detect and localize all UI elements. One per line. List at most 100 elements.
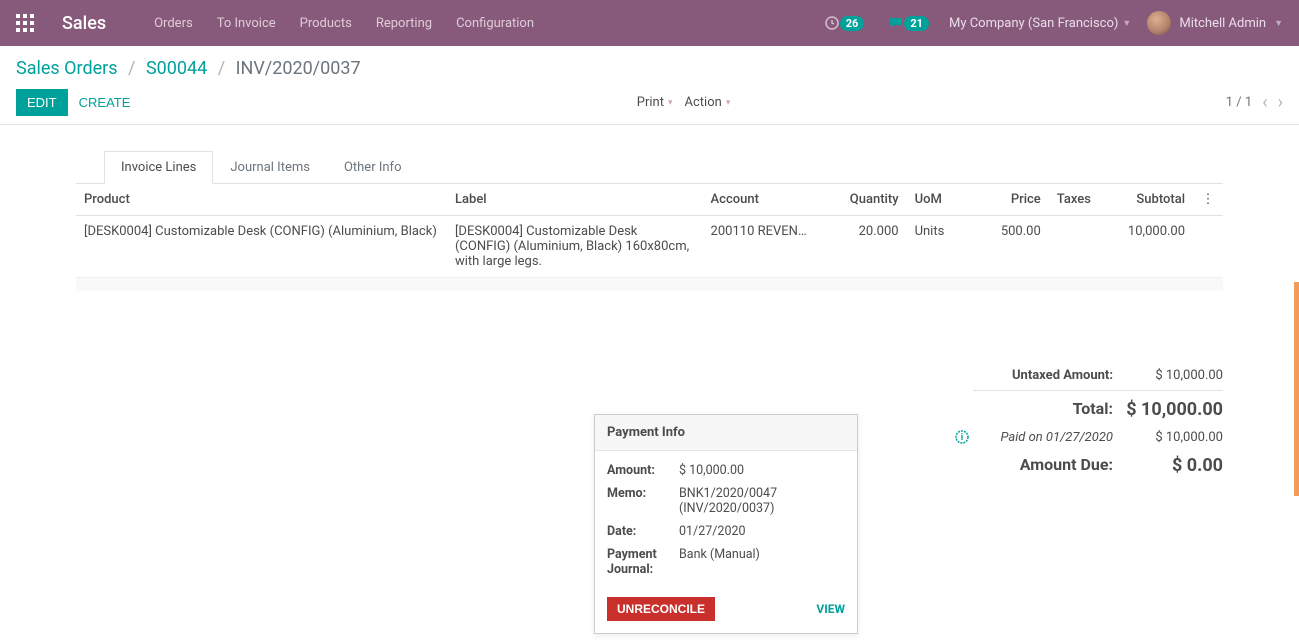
col-taxes[interactable]: Taxes: [1049, 184, 1103, 216]
company-switcher[interactable]: My Company (San Francisco) ▼: [949, 16, 1131, 31]
breadcrumb-sep: /: [218, 58, 225, 79]
cell-label: [DESK0004] Customizable Desk (CONFIG) (A…: [447, 216, 703, 278]
apps-icon[interactable]: [16, 14, 34, 32]
memo-label: Memo:: [607, 486, 679, 516]
view-link[interactable]: VIEW: [816, 602, 845, 616]
tab-other-info[interactable]: Other Info: [327, 151, 419, 184]
messages-indicator[interactable]: 21: [884, 13, 933, 33]
col-subtotal[interactable]: Subtotal: [1102, 184, 1193, 216]
control-row: EDIT CREATE Print ▾ Action ▾ 1 / 1 ‹ ›: [16, 89, 1283, 116]
cell-empty: [1193, 216, 1223, 278]
amount-label: Amount:: [607, 463, 679, 478]
breadcrumb-order[interactable]: S00044: [146, 58, 207, 79]
activity-count: 26: [840, 16, 865, 31]
tab-invoice-lines[interactable]: Invoice Lines: [104, 151, 213, 184]
totals-due: Amount Due: $ 0.00: [973, 450, 1223, 481]
print-dropdown[interactable]: Print ▾: [637, 95, 673, 110]
col-product[interactable]: Product: [76, 184, 447, 216]
total-label: Total:: [973, 399, 1113, 420]
cell-price: 500.00: [966, 216, 1048, 278]
top-navbar: Sales Orders To Invoice Products Reporti…: [0, 0, 1299, 46]
svg-text:i: i: [961, 433, 963, 443]
activity-indicator[interactable]: 26: [820, 13, 869, 33]
due-label: Amount Due:: [973, 455, 1113, 476]
table-empty-stripe: [76, 278, 1223, 304]
popover-title: Payment Info: [595, 415, 857, 451]
tabs: Invoice Lines Journal Items Other Info: [76, 151, 1223, 184]
table-header-row: Product Label Account Quantity UoM Price…: [76, 184, 1223, 216]
col-quantity[interactable]: Quantity: [826, 184, 906, 216]
col-account[interactable]: Account: [703, 184, 827, 216]
breadcrumb: Sales Orders / S00044 / INV/2020/0037: [16, 58, 1283, 79]
gap: [76, 304, 1223, 366]
popover-row-memo: Memo: BNK1/2020/0047 (INV/2020/0037): [607, 482, 845, 520]
popover-row-journal: Payment Journal: Bank (Manual): [607, 543, 845, 581]
action-dropdown[interactable]: Action ▾: [685, 95, 731, 110]
invoice-lines-table: Product Label Account Quantity UoM Price…: [76, 184, 1223, 278]
edit-button[interactable]: EDIT: [16, 89, 68, 116]
journal-value: Bank (Manual): [679, 547, 845, 577]
totals-paid: i Paid on 01/27/2020 $ 10,000.00: [973, 425, 1223, 450]
memo-value: BNK1/2020/0047 (INV/2020/0037): [679, 486, 845, 516]
action-label: Action: [685, 95, 722, 110]
company-name: My Company (San Francisco): [949, 16, 1118, 31]
pager-text: 1 / 1: [1226, 95, 1252, 110]
tab-journal-items[interactable]: Journal Items: [213, 151, 327, 184]
journal-label: Payment Journal:: [607, 547, 679, 577]
breadcrumb-sep: /: [128, 58, 135, 79]
chevron-down-icon: ▼: [1122, 18, 1131, 29]
avatar: [1147, 11, 1171, 35]
nav-right: 26 21 My Company (San Francisco) ▼ Mitch…: [820, 11, 1283, 35]
paid-label: Paid on 01/27/2020: [973, 430, 1113, 445]
untaxed-value: $ 10,000.00: [1113, 368, 1223, 383]
info-icon[interactable]: i: [955, 430, 969, 444]
cell-taxes: [1049, 216, 1103, 278]
create-button[interactable]: CREATE: [68, 89, 142, 116]
untaxed-label: Untaxed Amount:: [973, 368, 1113, 383]
chat-icon: [888, 15, 904, 31]
sheet-wrap: Invoice Lines Journal Items Other Info P…: [0, 151, 1299, 481]
table-row[interactable]: [DESK0004] Customizable Desk (CONFIG) (A…: [76, 216, 1223, 278]
cell-uom: Units: [907, 216, 967, 278]
chevron-down-icon: ▼: [1274, 18, 1283, 29]
popover-row-amount: Amount: $ 10,000.00: [607, 459, 845, 482]
due-value: $ 0.00: [1113, 455, 1223, 476]
popover-body: Amount: $ 10,000.00 Memo: BNK1/2020/0047…: [595, 451, 857, 589]
pager: 1 / 1 ‹ ›: [1226, 92, 1283, 113]
breadcrumb-root[interactable]: Sales Orders: [16, 58, 118, 79]
app-brand[interactable]: Sales: [62, 13, 106, 34]
chevron-down-icon: ▾: [668, 98, 673, 108]
pager-next[interactable]: ›: [1278, 92, 1283, 113]
nav-link-orders[interactable]: Orders: [154, 16, 193, 31]
print-label: Print: [637, 95, 664, 110]
payment-info-popover: Payment Info Amount: $ 10,000.00 Memo: B…: [594, 414, 858, 634]
col-uom[interactable]: UoM: [907, 184, 967, 216]
control-bar: Sales Orders / S00044 / INV/2020/0037 ED…: [0, 46, 1299, 125]
totals-untaxed: Untaxed Amount: $ 10,000.00: [973, 363, 1223, 388]
cell-quantity: 20.000: [826, 216, 906, 278]
unreconcile-button[interactable]: UNRECONCILE: [607, 597, 715, 621]
date-label: Date:: [607, 524, 679, 539]
user-name: Mitchell Admin: [1179, 16, 1266, 31]
nav-link-reporting[interactable]: Reporting: [376, 16, 432, 31]
user-menu[interactable]: Mitchell Admin ▼: [1147, 11, 1283, 35]
col-options[interactable]: ⋮: [1193, 184, 1223, 216]
paid-value: $ 10,000.00: [1113, 430, 1223, 445]
breadcrumb-current: INV/2020/0037: [236, 58, 361, 79]
cell-subtotal: 10,000.00: [1102, 216, 1193, 278]
clock-icon: [824, 15, 840, 31]
control-center: Print ▾ Action ▾: [141, 95, 1225, 110]
scrollbar-indicator[interactable]: [1294, 282, 1299, 496]
pager-prev[interactable]: ‹: [1262, 92, 1267, 113]
col-price[interactable]: Price: [966, 184, 1048, 216]
nav-links: Orders To Invoice Products Reporting Con…: [154, 16, 820, 31]
nav-link-configuration[interactable]: Configuration: [456, 16, 534, 31]
totals-total: Total: $ 10,000.00: [973, 390, 1223, 425]
nav-link-products[interactable]: Products: [300, 16, 352, 31]
cell-account: 200110 REVEN…: [703, 216, 827, 278]
popover-footer: UNRECONCILE VIEW: [595, 589, 857, 633]
popover-row-date: Date: 01/27/2020: [607, 520, 845, 543]
nav-link-to-invoice[interactable]: To Invoice: [217, 16, 276, 31]
col-label[interactable]: Label: [447, 184, 703, 216]
total-value: $ 10,000.00: [1113, 399, 1223, 420]
